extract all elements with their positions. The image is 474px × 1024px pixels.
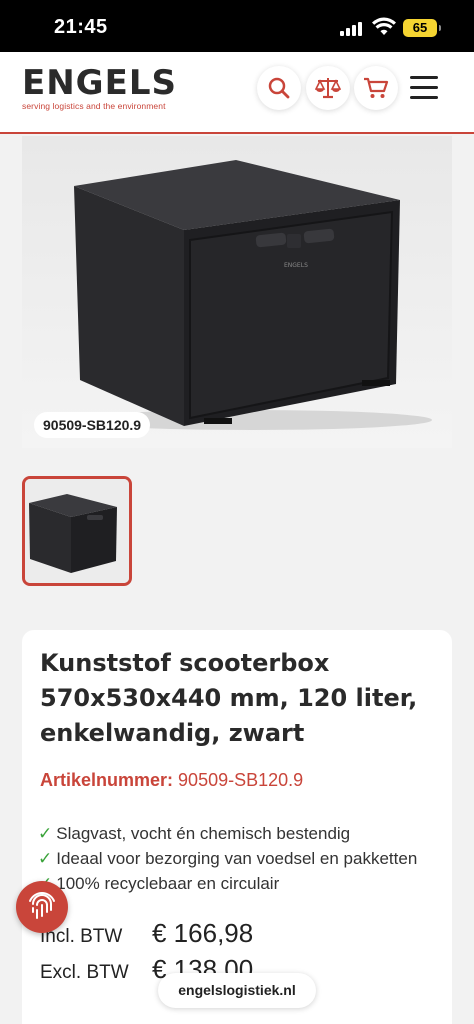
cart-icon: [364, 77, 389, 98]
article-number-value: 90509-SB120.9: [178, 770, 304, 790]
usp-item: ✓100% recyclebaar en circulair: [38, 871, 417, 896]
usp-item: ✓ Ideaal voor bezorging van voedsel en pa…: [38, 849, 418, 868]
compare-button[interactable]: [306, 66, 350, 110]
scooterbox-thumbnail-image: [25, 479, 129, 583]
price-incl-value: € 166,98: [152, 918, 254, 948]
battery-icon: 65: [403, 19, 441, 37]
fingerprint-button[interactable]: [16, 881, 68, 933]
status-bar: 21:45 65: [0, 0, 474, 52]
svg-text:ENGELS: ENGELS: [284, 262, 308, 269]
article-number-label: Artikelnummer:: [40, 770, 174, 790]
price-excl-label: Excl. BTW: [40, 962, 129, 983]
check-icon: ✓: [38, 849, 53, 868]
logo[interactable]: ENGELS serving logistics and the environ…: [22, 66, 177, 111]
article-number: Artikelnummer: 90509-SB120.9: [40, 770, 303, 791]
usp-list: ✓ Slagvast, vocht én chemisch bestendig ✓…: [38, 821, 417, 896]
search-icon: [268, 77, 290, 99]
product-image[interactable]: ENGELS: [22, 136, 452, 448]
fingerprint-icon: [29, 892, 55, 919]
logo-wordmark: ENGELS: [22, 63, 177, 103]
search-button[interactable]: [257, 66, 301, 110]
compare-scale-icon: [315, 78, 341, 99]
check-icon: ✓: [38, 824, 53, 843]
signal-icon: [340, 20, 366, 36]
product-thumbnail[interactable]: [22, 476, 132, 586]
product-title: Kunststof scooterbox 570x530x440 mm, 120…: [40, 649, 418, 747]
logo-tagline: serving logistics and the environment: [22, 101, 166, 111]
site-header: ENGELS serving logistics and the environ…: [0, 52, 474, 134]
menu-icon[interactable]: [410, 76, 438, 100]
usp-item: ✓ Slagvast, vocht én chemisch bestendig: [38, 824, 351, 843]
scooterbox-image: ENGELS: [22, 136, 452, 448]
product-info-card: Kunststof scooterbox 570x530x440 mm, 120…: [22, 630, 452, 1024]
image-sku-badge: 90509-SB120.9: [34, 412, 151, 438]
status-time: 21:45: [54, 16, 108, 38]
browser-url-bar[interactable]: engelslogistiek.nl: [158, 973, 316, 1008]
wifi-icon: [372, 17, 396, 35]
cart-button[interactable]: [354, 66, 398, 110]
